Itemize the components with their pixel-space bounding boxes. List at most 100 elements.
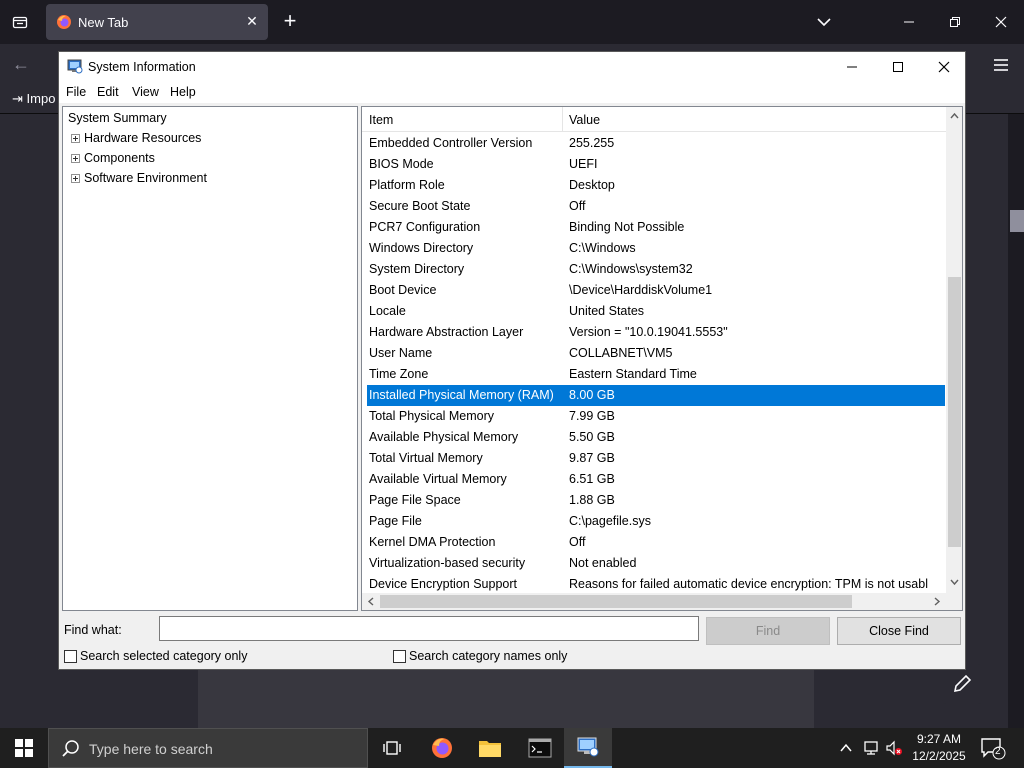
table-row[interactable]: Available Physical Memory 5.50 GB [367,427,945,448]
vertical-scroll-thumb[interactable] [948,277,961,547]
search-selected-category-checkbox[interactable]: Search selected category only [64,649,247,663]
column-header-item[interactable]: Item [369,113,393,127]
row-value: Version = "10.0.19041.5553" [569,325,728,339]
menu-edit[interactable]: Edit [97,85,119,99]
table-row[interactable]: Available Virtual Memory 6.51 GB [367,469,945,490]
row-item: Windows Directory [369,241,474,255]
menu-help[interactable]: Help [170,85,196,99]
close-tab-icon[interactable]: ✕ [244,13,260,29]
system-information-taskbar-icon[interactable] [564,728,612,768]
scroll-left-icon[interactable] [366,596,376,607]
network-icon[interactable] [862,738,882,758]
checkbox-square[interactable] [64,649,77,663]
table-row[interactable]: Hardware Abstraction Layer Version = "10.… [367,322,945,343]
tree-item-system-summary[interactable]: System Summary [68,111,167,125]
tree-item-hardware-resources[interactable]: Hardware Resources [71,131,201,145]
browser-restore-button[interactable] [940,8,970,36]
scroll-up-icon[interactable] [949,111,960,121]
search-selected-category-label: Search selected category only [80,649,248,663]
close-button[interactable] [921,52,967,81]
table-row[interactable]: Page File Space 1.88 GB [367,490,945,511]
minimize-button[interactable] [829,52,875,81]
task-view-icon[interactable] [368,728,416,768]
table-row[interactable]: Virtualization-based security Not enabled [367,553,945,574]
hamburger-menu-icon[interactable] [990,54,1012,76]
scroll-right-icon[interactable] [932,596,942,607]
windows-start-icon[interactable] [0,728,48,768]
firefox-icon [57,15,71,29]
expand-icon[interactable] [71,174,80,183]
table-row[interactable]: Kernel DMA Protection Off [367,532,945,553]
table-row[interactable]: Windows Directory C:\Windows [367,238,945,259]
horizontal-scroll-thumb[interactable] [380,595,852,608]
tree-item-components[interactable]: Components [71,151,155,165]
find-what-input[interactable] [159,616,699,641]
back-arrow-icon[interactable]: ← [12,54,34,76]
pencil-icon[interactable] [942,664,982,704]
table-row[interactable]: Secure Boot State Off [367,196,945,217]
menu-view[interactable]: View [132,85,159,99]
table-row[interactable]: Platform Role Desktop [367,175,945,196]
table-row[interactable]: Device Encryption Support Reasons for fai… [367,574,945,595]
column-header-value[interactable]: Value [569,113,600,127]
browser-minimize-button[interactable] [894,8,924,36]
table-row[interactable]: Total Virtual Memory 9.87 GB [367,448,945,469]
table-row[interactable]: Embedded Controller Version 255.255 [367,133,945,154]
row-item: Platform Role [369,178,445,192]
find-button[interactable]: Find [706,617,830,645]
firefox-taskbar-icon[interactable] [418,728,466,768]
browser-close-button[interactable] [986,8,1016,36]
table-row[interactable]: BIOS Mode UEFI [367,154,945,175]
import-bookmarks-button[interactable]: ⇥ Impo [12,91,55,107]
table-row[interactable]: Time Zone Eastern Standard Time [367,364,945,385]
menu-file[interactable]: File [66,85,86,99]
table-row[interactable]: Locale United States [367,301,945,322]
search-category-names-checkbox[interactable]: Search category names only [393,649,567,663]
horizontal-scrollbar[interactable] [362,593,946,610]
row-item: Total Virtual Memory [369,451,483,465]
row-value: 255.255 [569,136,615,150]
row-value: Eastern Standard Time [569,367,697,381]
column-divider[interactable] [562,107,563,132]
table-row[interactable]: Boot Device \Device\HarddiskVolume1 [367,280,945,301]
table-row[interactable]: Total Physical Memory 7.99 GB [367,406,945,427]
row-value: Not enabled [569,556,637,570]
table-row[interactable]: User Name COLLABNET\VM5 [367,343,945,364]
row-value: C:\Windows [569,241,636,255]
row-value: Off [569,535,586,549]
taskbar-clock[interactable]: 9:27 AM 12/2/2025 [906,731,972,765]
maximize-button[interactable] [875,52,921,81]
scroll-down-icon[interactable] [949,577,960,587]
file-explorer-icon[interactable] [466,728,514,768]
volume-muted-icon[interactable] [884,738,904,758]
row-item: Total Physical Memory [369,409,495,423]
vertical-scrollbar[interactable] [946,107,962,593]
terminal-icon[interactable] [516,728,564,768]
row-value: \Device\HarddiskVolume1 [569,283,713,297]
taskbar: Type here to search 9:27 AM 12/2/2025 2 [0,728,1024,768]
table-row[interactable]: System Directory C:\Windows\system32 [367,259,945,280]
title-bar[interactable]: System Information [59,52,965,81]
expand-icon[interactable] [71,134,80,143]
taskbar-search[interactable]: Type here to search [48,728,368,768]
search-icon [62,740,79,757]
system-information-window: System Information File Edit View Help S… [58,51,966,670]
new-tab-button[interactable]: + [278,10,302,34]
expand-icon[interactable] [71,154,80,163]
checkbox-square[interactable] [393,649,406,663]
tree-item-software-environment[interactable]: Software Environment [71,171,207,185]
close-find-button[interactable]: Close Find [837,617,961,645]
row-value: UEFI [569,157,598,171]
tab-list-icon[interactable] [8,10,32,34]
tab-new-tab[interactable]: New Tab ✕ [46,4,268,40]
table-row[interactable]: Page File C:\pagefile.sys [367,511,945,532]
notification-center-icon[interactable]: 2 [980,736,1006,760]
chevron-down-icon[interactable] [814,12,834,32]
table-row[interactable]: PCR7 Configuration Binding Not Possible [367,217,945,238]
page-scrollbar[interactable] [1008,114,1024,728]
menu-bar: File Edit View Help [59,81,965,103]
chevron-up-icon[interactable] [836,738,856,758]
row-item: Embedded Controller Version [369,136,533,150]
table-row[interactable]: Installed Physical Memory (RAM) 8.00 GB [367,385,945,406]
row-value: Off [569,199,586,213]
